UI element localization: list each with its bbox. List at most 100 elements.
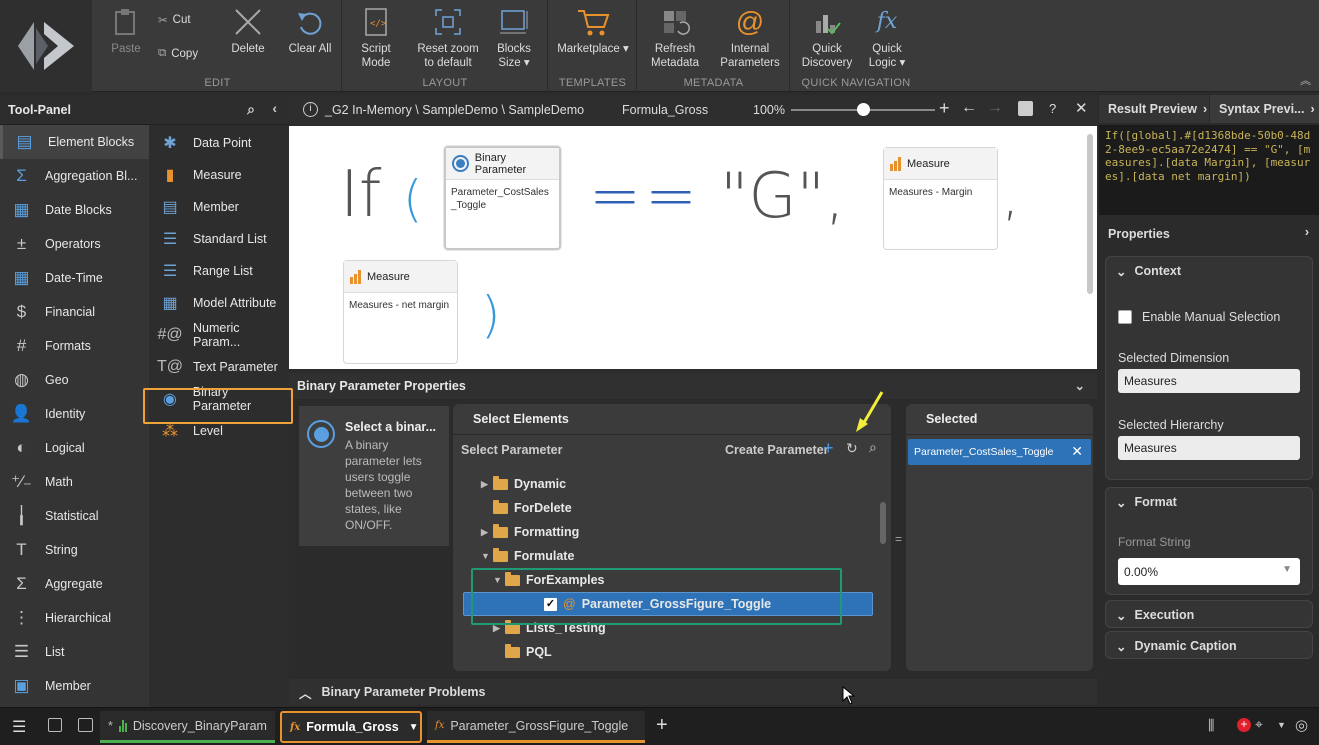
block-numeric-param[interactable]: #@ Numeric Param...: [149, 319, 289, 351]
script-mode-button[interactable]: </> Script Mode: [351, 6, 401, 70]
marketplace-button[interactable]: Marketplace ▾: [555, 6, 631, 56]
tree-item[interactable]: ▶ Lists_Testing: [453, 616, 881, 640]
collapsed-caret-icon[interactable]: ▶: [481, 527, 493, 538]
category-identity[interactable]: 👤 Identity: [0, 397, 149, 431]
help-icon[interactable]: ?: [1049, 101, 1056, 116]
tree-item[interactable]: ▶ Formatting: [453, 520, 881, 544]
pivot-icon[interactable]: ⫼: [1208, 717, 1214, 734]
format-string-select[interactable]: 0.00% ▼: [1118, 558, 1300, 585]
category-date-time[interactable]: ▦ Date-Time: [0, 261, 149, 295]
category-element-blocks[interactable]: ▤ Element Blocks: [0, 125, 149, 159]
category-financial[interactable]: $ Financial: [0, 295, 149, 329]
delete-button[interactable]: Delete: [228, 6, 268, 56]
tree-item[interactable]: ▼ Formulate: [453, 544, 881, 568]
tab-syntax-preview[interactable]: Syntax Previ... ›: [1210, 95, 1319, 123]
tree-item[interactable]: ▼ ForExamples: [453, 568, 881, 592]
clear-all-button[interactable]: Clear All: [286, 6, 334, 56]
save-icon[interactable]: [1018, 101, 1033, 116]
category-geo[interactable]: ◍ Geo: [0, 363, 149, 397]
properties-header[interactable]: Binary Parameter Properties ⌄: [289, 373, 1097, 399]
checkbox-checked-icon[interactable]: ✓: [544, 597, 557, 611]
category-statistical[interactable]: ╽ Statistical: [0, 499, 149, 533]
internal-parameters-button[interactable]: @ Internal Parameters: [716, 6, 784, 70]
block-standard-list[interactable]: ☰ Standard List: [149, 223, 289, 255]
quick-discovery-button[interactable]: Quick Discovery: [799, 6, 855, 70]
token-close-paren[interactable]: ): [481, 286, 501, 344]
category-member[interactable]: ▣ Member: [0, 669, 149, 703]
pointer-icon[interactable]: ⌖: [1255, 716, 1263, 733]
dropdown-icon[interactable]: ▼: [1277, 720, 1286, 730]
token-open-paren[interactable]: (: [403, 170, 423, 228]
tab-discovery-binaryparam[interactable]: * Discovery_BinaryParam: [100, 711, 275, 743]
quick-logic-button[interactable]: fx Quick Logic ▾: [865, 6, 909, 70]
notification-badge-icon[interactable]: +: [1237, 718, 1251, 732]
zoom-slider[interactable]: [791, 103, 935, 116]
token-equals[interactable]: ==: [589, 159, 701, 232]
collapse-ribbon-icon[interactable]: ︽: [1300, 72, 1311, 88]
add-icon[interactable]: +: [823, 438, 834, 459]
block-measure[interactable]: ▮ Measure: [149, 159, 289, 191]
forward-arrow-icon[interactable]: →: [987, 99, 1003, 117]
category-formats[interactable]: # Formats: [0, 329, 149, 363]
category-logical[interactable]: ◐ Logical: [0, 431, 149, 465]
reset-zoom-button[interactable]: Reset zoom to default: [417, 6, 479, 70]
paste-button[interactable]: Paste: [106, 6, 146, 56]
collapsed-caret-icon[interactable]: ▶: [493, 623, 505, 634]
search-icon[interactable]: ⌕: [247, 101, 255, 118]
app-logo[interactable]: [0, 0, 92, 92]
category-list[interactable]: ☰ List: [0, 635, 149, 669]
card-measure-net-margin[interactable]: Measure Measures - net margin: [343, 260, 458, 364]
breadcrumb[interactable]: _G2 In-Memory \ SampleDemo \ SampleDemo: [325, 103, 584, 117]
refresh-icon[interactable]: ↻: [846, 440, 858, 457]
refresh-metadata-button[interactable]: Refresh Metadata: [648, 6, 702, 70]
block-data-point[interactable]: ✱ Data Point: [149, 127, 289, 159]
properties-header[interactable]: Properties ›: [1099, 222, 1319, 246]
category-date-blocks[interactable]: ▦ Date Blocks: [0, 193, 149, 227]
chevron-up-icon[interactable]: ︿: [299, 683, 312, 702]
menu-icon[interactable]: ☰: [12, 717, 26, 737]
problems-bar[interactable]: ︿ Binary Parameter Problems: [289, 679, 1097, 705]
tab-result-preview[interactable]: Result Preview ›: [1099, 95, 1209, 123]
selected-hierarchy-field[interactable]: Measures: [1118, 436, 1300, 460]
block-binary-parameter[interactable]: ◉ Binary Parameter: [149, 383, 289, 415]
screenshot-icon[interactable]: [78, 718, 93, 732]
block-model-attribute[interactable]: ▦ Model Attribute: [149, 287, 289, 319]
block-level[interactable]: ⁂ Level: [149, 415, 289, 447]
category-string[interactable]: T String: [0, 533, 149, 567]
expanded-caret-icon[interactable]: ▼: [481, 551, 493, 561]
zoom-slider-thumb[interactable]: [857, 103, 870, 116]
tree-item[interactable]: ✓ @ Parameter_GrossFigure_Toggle: [463, 592, 873, 616]
tree-item[interactable]: PQL: [453, 640, 881, 664]
tree-scrollbar[interactable]: [880, 502, 886, 544]
formula-canvas[interactable]: If ( Binary Parameter Parameter_CostSale…: [289, 126, 1097, 369]
category-aggregate[interactable]: Σ Aggregate: [0, 567, 149, 601]
chevron-left-icon[interactable]: ‹: [272, 100, 277, 116]
swirl-icon[interactable]: ◎: [1295, 716, 1308, 734]
token-comma[interactable]: ,: [1002, 164, 1019, 227]
close-icon[interactable]: ✕: [1075, 99, 1088, 117]
create-parameter-button[interactable]: Create Parameter: [725, 443, 829, 457]
zoom-in-icon[interactable]: +: [939, 98, 950, 119]
execution-section[interactable]: ⌄ Execution: [1105, 600, 1313, 628]
card-measure-margin[interactable]: Measure Measures - Margin: [883, 147, 998, 250]
search-icon[interactable]: ⌕: [869, 439, 877, 456]
splitter-handle[interactable]: =: [895, 532, 902, 546]
add-tab-button[interactable]: +: [656, 714, 668, 737]
blocks-size-button[interactable]: Blocks Size ▾: [493, 6, 535, 70]
token-string[interactable]: "G",: [720, 159, 845, 232]
explorer-icon[interactable]: [48, 718, 62, 732]
info-icon[interactable]: i: [303, 102, 318, 117]
token-if[interactable]: If: [340, 158, 381, 232]
dropdown-icon[interactable]: ▼: [409, 722, 419, 733]
block-text-parameter[interactable]: T@ Text Parameter: [149, 351, 289, 383]
format-header[interactable]: ⌄ Format: [1106, 488, 1312, 516]
selected-dimension-field[interactable]: Measures: [1118, 369, 1300, 393]
expanded-caret-icon[interactable]: ▼: [493, 575, 505, 585]
remove-icon[interactable]: ✕: [1071, 443, 1083, 460]
selected-item[interactable]: Parameter_CostSales_Toggle ✕: [908, 439, 1091, 465]
context-header[interactable]: ⌄ Context: [1106, 257, 1312, 285]
category-math[interactable]: ⁺⁄₋ Math: [0, 465, 149, 499]
block-range-list[interactable]: ☰ Range List: [149, 255, 289, 287]
category-hierarchical[interactable]: ⋮ Hierarchical: [0, 601, 149, 635]
cut-button[interactable]: ✂ Cut: [158, 13, 191, 27]
